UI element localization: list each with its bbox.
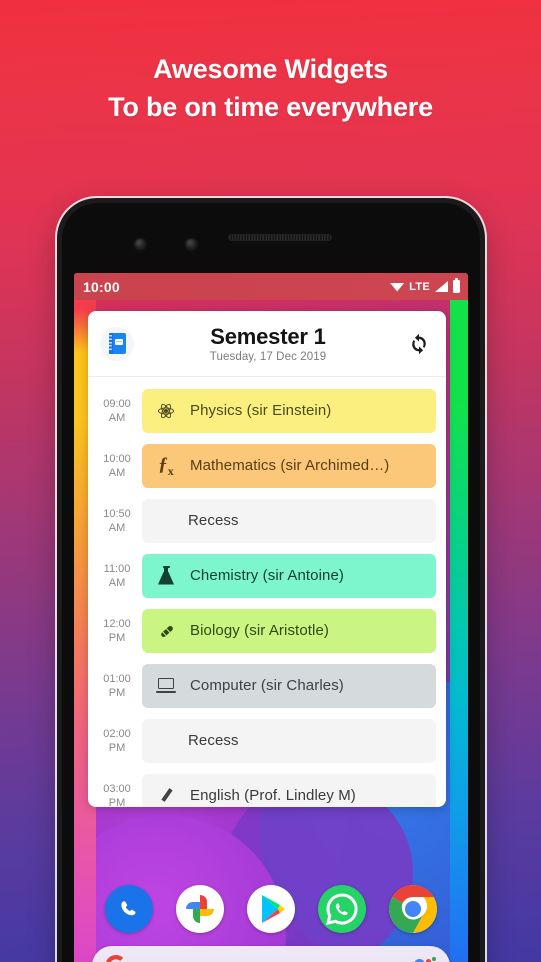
dna-icon [156, 622, 176, 640]
wifi-icon [390, 283, 405, 292]
timetable-row-card[interactable]: Recess [142, 718, 436, 763]
status-bar-clock: 10:00 [83, 278, 120, 295]
timetable-row-meridiem: PM [108, 796, 126, 808]
timetable-row[interactable]: 01:00 PM Computer (sir Charles) [88, 658, 446, 713]
sync-icon[interactable] [406, 331, 432, 357]
timetable-row[interactable]: 09:00 AM Physics (sir Einstein) [88, 383, 446, 438]
timetable-row-hour: 01:00 [103, 672, 131, 685]
app-dock [74, 885, 468, 933]
promo-screenshot: Awesome Widgets To be on time everywhere [0, 0, 541, 962]
notebook-icon[interactable] [100, 326, 134, 361]
front-sensor-icon [185, 238, 198, 251]
playstore-app-icon[interactable] [247, 885, 295, 933]
timetable-row-hour: 10:00 [103, 452, 131, 465]
timetable-row-subject: English (Prof. Lindley M) [190, 787, 356, 804]
timetable-row-meridiem: PM [108, 741, 126, 754]
timetable-row-subject: Mathematics (sir Archimed…) [190, 457, 390, 474]
timetable-row-time: 11:00 AM [88, 562, 142, 590]
timetable-row-time: 10:50 AM [88, 507, 142, 535]
timetable-row-subject: Recess [188, 512, 239, 529]
widget-date: Tuesday, 17 Dec 2019 [209, 351, 327, 363]
timetable-row-meridiem: AM [108, 576, 126, 589]
phone-mockup: 10:00 LTE Semester 1 Tuesday, 17 Dec 201… [57, 198, 485, 962]
promo-headline-line2: To be on time everywhere [108, 92, 433, 122]
timetable-row-time: 03:00 PM [88, 782, 142, 808]
timetable-row-hour: 10:50 [103, 507, 131, 520]
chrome-app-icon[interactable] [389, 885, 437, 933]
timetable-row-meridiem: PM [108, 631, 126, 644]
timetable-row-meridiem: AM [108, 521, 126, 534]
fx-icon: ƒx [158, 453, 174, 478]
atom-icon [156, 401, 176, 420]
timetable-row-time: 10:00 AM [88, 452, 142, 480]
timetable-row-card[interactable]: Chemistry (sir Antoine) [142, 553, 436, 598]
network-type-label: LTE [409, 280, 430, 293]
timetable-row[interactable]: 10:50 AM Recess [88, 493, 446, 548]
assistant-icon[interactable] [414, 957, 436, 962]
timetable-row-time: 01:00 PM [88, 672, 142, 700]
status-bar: 10:00 LTE [74, 273, 468, 300]
timetable-row-time: 12:00 PM [88, 617, 142, 645]
timetable-row-hour: 02:00 [103, 727, 131, 740]
timetable-row-subject: Physics (sir Einstein) [190, 402, 332, 419]
timetable-row-card[interactable]: Biology (sir Aristotle) [142, 608, 436, 653]
timetable-row-meridiem: PM [108, 686, 126, 699]
timetable-row-subject: Recess [188, 732, 239, 749]
battery-icon [453, 277, 460, 293]
earpiece-speaker [228, 234, 332, 241]
timetable-row[interactable]: 11:00 AM Chemistry (sir Antoine) [88, 548, 446, 603]
timetable-row-hour: 09:00 [103, 397, 131, 410]
phone-screen: 10:00 LTE Semester 1 Tuesday, 17 Dec 201… [74, 273, 468, 962]
front-camera-icon [134, 238, 147, 251]
timetable-row-time: 02:00 PM [88, 727, 142, 755]
timetable-row-subject: Computer (sir Charles) [190, 677, 344, 694]
signal-icon [435, 281, 448, 292]
wallpaper-right-strip [450, 273, 468, 962]
timetable-row-card[interactable]: Physics (sir Einstein) [142, 388, 436, 433]
timetable-row-card[interactable]: Computer (sir Charles) [142, 663, 436, 708]
google-g-icon [105, 955, 124, 962]
timetable-row-card[interactable]: ƒx Mathematics (sir Archimed…) [142, 443, 436, 488]
timetable-row-hour: 12:00 [103, 617, 131, 630]
status-bar-system-icons: LTE [390, 277, 460, 293]
photos-app-icon[interactable] [176, 885, 224, 933]
timetable-row[interactable]: 02:00 PM Recess [88, 713, 446, 768]
timetable-row-hour: 11:00 [103, 562, 131, 575]
timetable-row[interactable]: 10:00 AM ƒx Mathematics (sir Archimed…) [88, 438, 446, 493]
timetable-row[interactable]: 03:00 PM English (Prof. Lindley M) [88, 768, 446, 807]
widget-header: Semester 1 Tuesday, 17 Dec 2019 [88, 311, 446, 377]
timetable-rows: 09:00 AM Physics (sir Einstein) 10:00 AM ƒx Ma… [88, 377, 446, 807]
whatsapp-app-icon[interactable] [318, 885, 366, 933]
promo-headline-line1: Awesome Widgets [153, 54, 388, 84]
widget-title: Semester 1 [210, 324, 326, 349]
phone-bezel: 10:00 LTE Semester 1 Tuesday, 17 Dec 201… [62, 203, 480, 962]
timetable-row[interactable]: 12:00 PM Biology (sir Aristotle) [88, 603, 446, 658]
timetable-row-hour: 03:00 [103, 782, 131, 795]
timetable-row-subject: Chemistry (sir Antoine) [190, 567, 345, 584]
timetable-widget[interactable]: Semester 1 Tuesday, 17 Dec 2019 09:00 AM P… [88, 311, 446, 807]
timetable-row-meridiem: AM [108, 466, 126, 479]
timetable-row-card[interactable]: English (Prof. Lindley M) [142, 773, 436, 807]
timetable-row-meridiem: AM [108, 411, 126, 424]
google-search-bar[interactable] [92, 946, 450, 962]
promo-headline: Awesome Widgets To be on time everywhere [0, 50, 541, 126]
flask-icon [156, 565, 176, 585]
laptop-icon [156, 678, 176, 693]
widget-title-block: Semester 1 Tuesday, 17 Dec 2019 [134, 324, 406, 363]
phone-app-icon[interactable] [105, 885, 153, 933]
timetable-row-card[interactable]: Recess [142, 498, 436, 543]
timetable-row-time: 09:00 AM [88, 397, 142, 425]
timetable-row-subject: Biology (sir Aristotle) [190, 622, 330, 639]
pencil-icon [156, 787, 176, 805]
